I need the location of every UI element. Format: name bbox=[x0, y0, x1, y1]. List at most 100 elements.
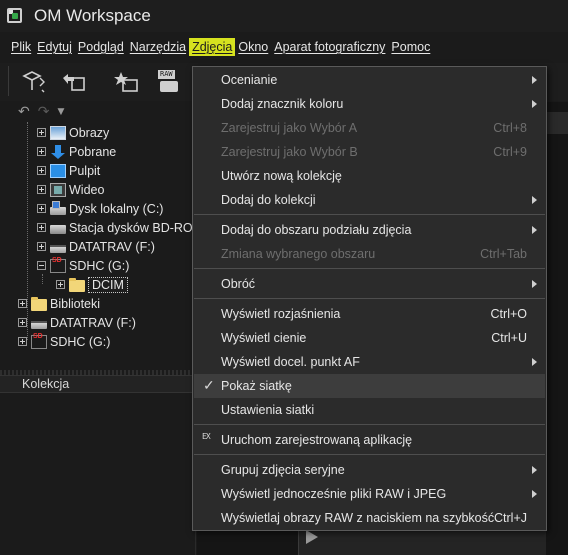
menu-item-zmiana-wybranego-obszaru[interactable]: Zmiana wybranego obszaru Ctrl+Tab bbox=[194, 242, 545, 266]
raw-camera-icon[interactable]: RAW bbox=[158, 70, 180, 94]
export-icon[interactable] bbox=[60, 70, 86, 94]
menu-separator bbox=[194, 268, 545, 269]
tree-item-label: Dysk lokalny (C:) bbox=[69, 201, 164, 216]
tree-item[interactable]: Pobrane bbox=[37, 142, 116, 161]
menu-aparat-fotograficzny[interactable]: Aparat fotograficzny bbox=[271, 38, 388, 56]
menu-zdjecia[interactable]: Zdjęcia bbox=[189, 38, 236, 56]
tree-item-label: Biblioteki bbox=[50, 296, 101, 311]
menu-item-ustawienia-siatki[interactable]: Ustawienia siatki bbox=[194, 398, 545, 422]
menu-bar: Plik Edytuj Podgląd Narzędzia Zdjęcia Ok… bbox=[0, 35, 568, 59]
menu-item-wyswietl-docel-punkt-af[interactable]: Wyświetl docel. punkt AF bbox=[194, 350, 545, 374]
menu-plik[interactable]: Plik bbox=[8, 38, 34, 56]
menu-item-dodaj-do-kolekcji[interactable]: Dodaj do kolekcji bbox=[194, 188, 545, 212]
tree-item[interactable]: SDHC (G:) bbox=[37, 256, 129, 275]
browser-header-strip bbox=[546, 112, 568, 134]
menu-item-wyswietl-cienie[interactable]: Wyświetl cienie Ctrl+U bbox=[194, 326, 545, 350]
tree-item[interactable]: Pulpit bbox=[37, 161, 100, 180]
rate-star-icon[interactable] bbox=[113, 70, 139, 94]
tree-item-label: SDHC (G:) bbox=[69, 258, 130, 273]
menu-okno[interactable]: Okno bbox=[235, 38, 271, 56]
menu-item-zarejestruj-wybor-b[interactable]: Zarejestruj jako Wybór B Ctrl+9 bbox=[194, 140, 545, 164]
menu-separator bbox=[194, 424, 545, 425]
tree-item[interactable]: SDHC (G:) bbox=[18, 332, 110, 351]
tree-item[interactable]: Stacja dysków BD-ROM bbox=[37, 218, 203, 237]
submenu-arrow-icon bbox=[532, 490, 537, 498]
submenu-arrow-icon bbox=[532, 196, 537, 204]
tree-item-label: Pobrane bbox=[69, 144, 117, 159]
checkmark-icon: ✓ bbox=[203, 377, 215, 393]
menu-item-zarejestruj-wybor-a[interactable]: Zarejestruj jako Wybór A Ctrl+8 bbox=[194, 116, 545, 140]
play-icon[interactable] bbox=[306, 530, 318, 544]
menu-item-dodaj-do-obszaru-podzialu[interactable]: Dodaj do obszaru podziału zdjęcia bbox=[194, 218, 545, 242]
menu-separator bbox=[194, 298, 545, 299]
desktop-icon bbox=[50, 163, 66, 178]
tree-item-label: Stacja dysków BD-ROM bbox=[69, 220, 204, 235]
tree-item[interactable]: Dysk lokalny (C:) bbox=[37, 199, 163, 218]
collections-panel-header: Kolekcja bbox=[0, 375, 196, 393]
raw-badge-label: RAW bbox=[158, 70, 175, 79]
title-bar: OM Workspace bbox=[0, 0, 568, 32]
expand-icon[interactable] bbox=[37, 204, 46, 213]
collapse-icon[interactable] bbox=[37, 261, 46, 270]
tree-item-label: Wideo bbox=[69, 182, 105, 197]
tree-item-selected[interactable]: DCIM bbox=[56, 275, 128, 294]
expand-icon[interactable] bbox=[37, 242, 46, 251]
tree-item[interactable]: Wideo bbox=[37, 180, 104, 199]
expand-icon[interactable] bbox=[18, 337, 27, 346]
expand-icon[interactable] bbox=[37, 128, 46, 137]
om-workspace-icon bbox=[6, 7, 24, 25]
menu-item-ocenianie[interactable]: Ocenianie bbox=[194, 68, 545, 92]
expand-icon[interactable] bbox=[37, 147, 46, 156]
expand-icon[interactable] bbox=[18, 299, 27, 308]
window-title: OM Workspace bbox=[34, 6, 151, 25]
history-nav: ↶ ↷ ▼ bbox=[18, 104, 64, 120]
external-app-icon: EX bbox=[202, 432, 211, 441]
local-disk-icon bbox=[50, 200, 66, 215]
tree-item-label: DCIM bbox=[88, 276, 128, 293]
folder-icon bbox=[69, 277, 85, 292]
submenu-arrow-icon bbox=[532, 226, 537, 234]
menu-item-wyswietlaj-raw-szybkosc[interactable]: Wyświetlaj obrazy RAW z naciskiem na szy… bbox=[194, 506, 545, 530]
usb-drive-icon bbox=[50, 244, 66, 253]
libraries-icon bbox=[31, 296, 47, 311]
menu-item-uruchom-zarejestrowana-aplikacje[interactable]: EX Uruchom zarejestrowaną aplikację bbox=[194, 428, 545, 452]
undo-icon[interactable]: ↶ bbox=[18, 104, 30, 120]
submenu-arrow-icon bbox=[532, 280, 537, 288]
tree-item[interactable]: DATATRAV (F:) bbox=[18, 313, 136, 332]
expand-icon[interactable] bbox=[37, 166, 46, 175]
sd-card-icon bbox=[31, 333, 47, 349]
menu-narzedzia[interactable]: Narzędzia bbox=[127, 38, 189, 56]
pictures-folder-icon bbox=[50, 125, 66, 140]
zdjecia-dropdown-menu: Ocenianie Dodaj znacznik koloru Zarejest… bbox=[192, 66, 547, 531]
tree-item-label: Obrazy bbox=[69, 125, 110, 140]
menu-item-grupuj-zdjecia-seryjne[interactable]: Grupuj zdjęcia seryjne bbox=[194, 458, 545, 482]
menu-separator bbox=[194, 454, 545, 455]
videos-icon bbox=[50, 182, 66, 197]
menu-item-wyswietl-rozjasnienia[interactable]: Wyświetl rozjaśnienia Ctrl+O bbox=[194, 302, 545, 326]
menu-item-obroc[interactable]: Obróć bbox=[194, 272, 545, 296]
menu-podglad[interactable]: Podgląd bbox=[75, 38, 127, 56]
tree-item[interactable]: DATATRAV (F:) bbox=[37, 237, 155, 256]
submenu-arrow-icon bbox=[532, 358, 537, 366]
expand-icon[interactable] bbox=[18, 318, 27, 327]
menu-item-utworz-nowa-kolekcje[interactable]: Utwórz nową kolekcję bbox=[194, 164, 545, 188]
menu-item-wyswietl-raw-i-jpeg[interactable]: Wyświetl jednocześnie pliki RAW i JPEG bbox=[194, 482, 545, 506]
tree-item-label: DATATRAV (F:) bbox=[50, 315, 136, 330]
submenu-arrow-icon bbox=[532, 100, 537, 108]
history-dropdown-icon[interactable]: ▼ bbox=[57, 107, 64, 117]
expand-icon[interactable] bbox=[37, 185, 46, 194]
redo-icon[interactable]: ↷ bbox=[38, 104, 50, 120]
menu-item-pokaz-siatke[interactable]: ✓ Pokaż siatkę bbox=[194, 374, 545, 398]
expand-icon[interactable] bbox=[37, 223, 46, 232]
menu-edytuj[interactable]: Edytuj bbox=[34, 38, 75, 56]
usb-drive-icon bbox=[31, 320, 47, 329]
expand-icon[interactable] bbox=[56, 280, 65, 289]
tree-item-label: Pulpit bbox=[69, 163, 101, 178]
tree-item[interactable]: Biblioteki bbox=[18, 294, 100, 313]
tree-item-label: DATATRAV (F:) bbox=[69, 239, 155, 254]
toolbar-separator bbox=[8, 66, 9, 96]
menu-item-dodaj-znacznik-koloru[interactable]: Dodaj znacznik koloru bbox=[194, 92, 545, 116]
rotate-icon[interactable] bbox=[20, 70, 46, 94]
menu-pomoc[interactable]: Pomoc bbox=[388, 38, 433, 56]
tree-item[interactable]: Obrazy bbox=[37, 123, 109, 142]
